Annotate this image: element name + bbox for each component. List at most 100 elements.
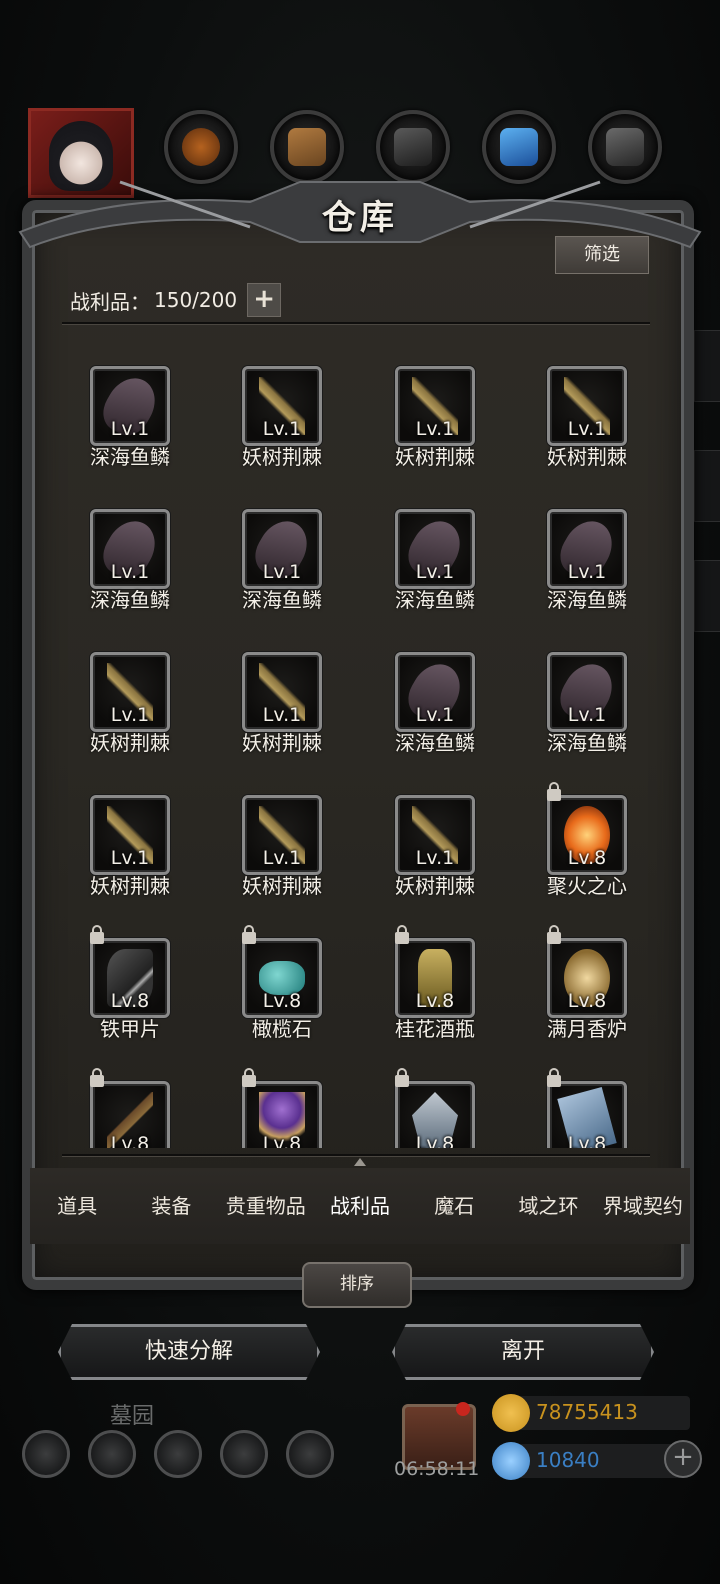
item-name: 深海鱼鳞	[395, 588, 475, 612]
item-name: 妖树荆棘	[90, 874, 170, 898]
side-tab-3[interactable]	[694, 560, 720, 632]
item-cell[interactable]: Lv.1 妖树荆棘	[365, 767, 505, 898]
item-name: 聚火之心	[547, 874, 627, 898]
item-level: Lv.1	[262, 561, 302, 583]
item-level: Lv.1	[415, 561, 455, 583]
mail-icon[interactable]	[220, 1430, 268, 1478]
item-name: 妖树荆棘	[547, 445, 627, 469]
stone-icon	[394, 128, 432, 166]
item-cell[interactable]: Lv.1 妖树荆棘	[517, 338, 654, 469]
gift-timer: 06:58:11	[394, 1458, 480, 1480]
expand-capacity-button[interactable]: +	[247, 283, 282, 317]
tab-2[interactable]: 贵重物品	[219, 1168, 313, 1244]
side-tab-1[interactable]	[694, 330, 720, 402]
item-level: Lv.8	[262, 1133, 302, 1148]
item-cell[interactable]: Lv.1 妖树荆棘	[212, 624, 352, 755]
gold-coin-icon	[492, 1394, 530, 1432]
lock-icon	[90, 1068, 104, 1087]
filter-button[interactable]: 筛选	[555, 236, 649, 274]
tab-0[interactable]: 道具	[30, 1168, 124, 1244]
item-name: 妖树荆棘	[90, 731, 170, 755]
item-name: 深海鱼鳞	[90, 588, 170, 612]
item-level: Lv.1	[567, 704, 607, 726]
item-name: 妖树荆棘	[242, 731, 322, 755]
item-cell[interactable]: Lv.8 聚火之心	[517, 767, 654, 898]
item-cell[interactable]: Lv.8 桂花酒瓶	[365, 910, 505, 1041]
item-level: Lv.8	[262, 990, 302, 1012]
item-cell[interactable]: Lv.1 妖树荆棘	[212, 338, 352, 469]
grid-divider	[62, 1154, 650, 1156]
item-level: Lv.1	[415, 418, 455, 440]
item-name: 铁甲片	[100, 1017, 160, 1041]
lock-icon	[395, 925, 409, 944]
tab-1[interactable]: 装备	[124, 1168, 218, 1244]
star-icon[interactable]	[88, 1430, 136, 1478]
item-cell[interactable]: Lv.8 满月香炉	[517, 910, 654, 1041]
item-level: Lv.1	[110, 704, 150, 726]
side-tab-2[interactable]	[694, 450, 720, 522]
item-grid-viewport[interactable]: Lv.1 深海鱼鳞 Lv.1 妖树荆棘 Lv.1 妖树荆棘 Lv.1 妖树荆棘 Lv.1 深海鱼鳞…	[60, 338, 654, 1148]
item-cell[interactable]: Lv.8	[212, 1053, 352, 1148]
item-level: Lv.8	[415, 990, 455, 1012]
item-level: Lv.8	[110, 990, 150, 1012]
item-name: 妖树荆棘	[242, 874, 322, 898]
iron-icon	[606, 128, 644, 166]
world-icon[interactable]	[286, 1430, 334, 1478]
item-cell[interactable]: Lv.1 妖树荆棘	[60, 624, 200, 755]
item-cell[interactable]: Lv.1 深海鱼鳞	[517, 481, 654, 612]
item-name: 深海鱼鳞	[90, 445, 170, 469]
item-cell[interactable]: Lv.8	[517, 1053, 654, 1148]
item-level: Lv.1	[262, 847, 302, 869]
item-level: Lv.1	[110, 847, 150, 869]
item-level: Lv.1	[567, 561, 607, 583]
item-cell[interactable]: Lv.8	[60, 1053, 200, 1148]
item-level: Lv.1	[415, 704, 455, 726]
loot-count-row: 战利品： 150/200 +	[70, 282, 282, 318]
item-cell[interactable]: Lv.8 橄榄石	[212, 910, 352, 1041]
book-menu-icon[interactable]	[154, 1430, 202, 1478]
panel-title: 仓库	[322, 198, 398, 238]
item-cell[interactable]: Lv.1 妖树荆棘	[212, 767, 352, 898]
tab-3[interactable]: 战利品	[313, 1158, 407, 1244]
item-level: Lv.1	[415, 847, 455, 869]
item-level: Lv.1	[567, 418, 607, 440]
item-level: Lv.1	[262, 418, 302, 440]
item-level: Lv.8	[567, 990, 607, 1012]
notification-dot	[456, 1402, 470, 1416]
item-cell[interactable]: Lv.1 妖树荆棘	[365, 338, 505, 469]
loot-count-value: 150/200	[154, 288, 238, 312]
item-name: 妖树荆棘	[395, 445, 475, 469]
loot-count-label: 战利品：	[70, 289, 150, 314]
item-level: Lv.1	[110, 561, 150, 583]
gem-amount: 10840	[536, 1448, 600, 1472]
item-cell[interactable]: Lv.8	[365, 1053, 505, 1148]
item-cell[interactable]: Lv.1 深海鱼鳞	[60, 338, 200, 469]
lock-icon	[242, 925, 256, 944]
item-cell[interactable]: Lv.1 深海鱼鳞	[212, 481, 352, 612]
tab-5[interactable]: 域之环	[501, 1168, 595, 1244]
item-cell[interactable]: Lv.1 深海鱼鳞	[60, 481, 200, 612]
item-cell[interactable]: Lv.1 深海鱼鳞	[365, 481, 505, 612]
item-cell[interactable]: Lv.1 深海鱼鳞	[365, 624, 505, 755]
item-name: 深海鱼鳞	[547, 731, 627, 755]
item-name: 橄榄石	[252, 1017, 312, 1041]
crystal-icon	[500, 128, 538, 166]
item-name: 满月香炉	[547, 1017, 627, 1041]
settings-icon[interactable]	[22, 1430, 70, 1478]
item-cell[interactable]: Lv.8 铁甲片	[60, 910, 200, 1041]
item-cell[interactable]: Lv.1 深海鱼鳞	[517, 624, 654, 755]
tab-6[interactable]: 界域契约	[596, 1168, 690, 1244]
item-level: Lv.8	[110, 1133, 150, 1148]
item-name: 深海鱼鳞	[395, 731, 475, 755]
quick-decompose-button[interactable]: 快速分解	[58, 1324, 320, 1380]
sort-button[interactable]: 排序	[302, 1262, 412, 1308]
lock-icon	[242, 1068, 256, 1087]
leave-button[interactable]: 离开	[392, 1324, 654, 1380]
category-tabs: 道具 装备 贵重物品 战利品 魔石 域之环 界域契约	[30, 1158, 690, 1244]
tab-4[interactable]: 魔石	[407, 1168, 501, 1244]
item-cell[interactable]: Lv.1 妖树荆棘	[60, 767, 200, 898]
item-name: 深海鱼鳞	[242, 588, 322, 612]
gem-icon	[492, 1442, 530, 1480]
item-level: Lv.8	[567, 1133, 607, 1148]
add-gems-button[interactable]: +	[664, 1440, 702, 1478]
